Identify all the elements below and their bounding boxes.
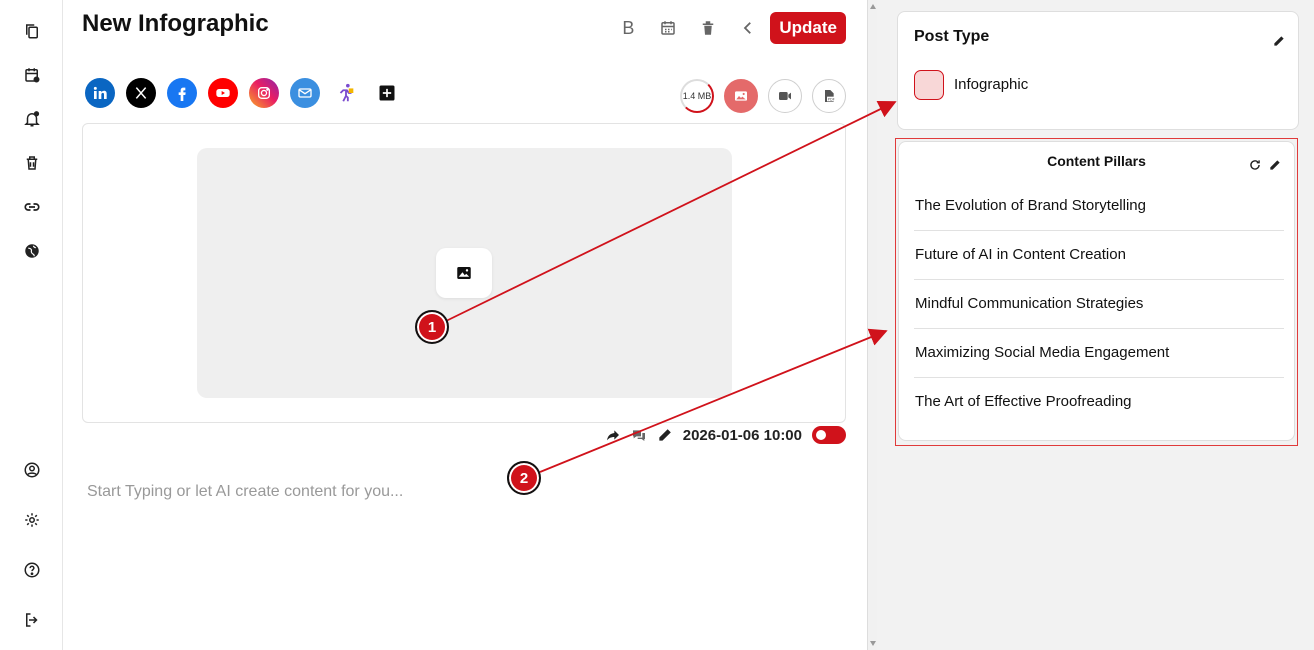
pencil-icon[interactable] (1268, 158, 1282, 172)
list-item[interactable]: Future of AI in Content Creation (914, 231, 1284, 280)
facebook-icon[interactable] (167, 78, 197, 108)
runner-icon[interactable] (331, 78, 361, 108)
svg-text:PDF: PDF (828, 98, 835, 102)
add-platform-icon[interactable] (372, 78, 402, 108)
refresh-icon[interactable] (1248, 158, 1262, 172)
chevron-left-icon (744, 22, 752, 34)
post-type-color-swatch (914, 70, 944, 100)
trash-icon[interactable] (20, 151, 44, 175)
post-type-card: Post Type Infographic (897, 11, 1299, 130)
copy-icon[interactable] (20, 19, 44, 43)
content-pillars-list: The Evolution of Brand Storytelling Futu… (914, 182, 1284, 427)
image-upload-button[interactable] (724, 79, 758, 113)
page-title: New Infographic (82, 10, 269, 37)
file-size-indicator: 1.4 MB (680, 79, 714, 113)
post-type-title: Post Type (914, 28, 990, 45)
instagram-icon[interactable] (249, 78, 279, 108)
trash-icon (703, 21, 714, 35)
back-button[interactable] (728, 12, 768, 44)
calendar-icon[interactable] (20, 63, 44, 87)
x-twitter-icon[interactable] (126, 78, 156, 108)
logout-icon[interactable] (20, 608, 44, 632)
annotation-badge-2: 2 (507, 461, 541, 495)
notification-icon[interactable] (20, 107, 44, 131)
list-item[interactable]: Maximizing Social Media Engagement (914, 329, 1284, 378)
list-item[interactable]: The Evolution of Brand Storytelling (914, 182, 1284, 231)
pdf-icon: PDF (825, 90, 835, 102)
post-meta-row: 2026-01-06 10:00 (605, 426, 846, 444)
schedule-datetime[interactable]: 2026-01-06 10:00 (683, 427, 802, 444)
pencil-icon[interactable] (657, 427, 673, 443)
annotation-badge-1: 1 (415, 310, 449, 344)
link-icon[interactable] (20, 195, 44, 219)
video-icon (779, 92, 791, 100)
schedule-button[interactable] (648, 12, 688, 44)
settings-icon[interactable] (20, 508, 44, 532)
media-tools: 1.4 MB PDF (680, 79, 846, 113)
list-item[interactable]: The Art of Effective Proofreading (914, 378, 1284, 427)
account-icon[interactable] (20, 458, 44, 482)
right-panel: Post Type Infographic Content Pillars Th… (877, 0, 1314, 650)
content-pillars-card: Content Pillars The Evolution of Brand S… (898, 141, 1295, 441)
image-icon (457, 267, 471, 279)
pdf-upload-button[interactable]: PDF (812, 79, 846, 113)
scroll-up-arrow[interactable] (870, 4, 876, 9)
video-upload-button[interactable] (768, 79, 802, 113)
linkedin-icon[interactable] (85, 78, 115, 108)
email-icon[interactable] (290, 78, 320, 108)
content-editor-input[interactable] (87, 480, 827, 504)
calendar-icon (661, 21, 676, 35)
pencil-icon[interactable] (1272, 34, 1286, 48)
delete-button[interactable] (688, 12, 728, 44)
youtube-icon[interactable] (208, 78, 238, 108)
share-icon[interactable] (605, 427, 621, 443)
header-actions: B Update (608, 12, 846, 44)
content-pillars-title: Content Pillars (1047, 153, 1146, 169)
list-item[interactable]: Mindful Communication Strategies (914, 280, 1284, 329)
left-icon-rail (0, 0, 63, 650)
post-type-value: Infographic (954, 76, 1029, 93)
media-card (82, 123, 846, 423)
add-media-button[interactable] (436, 248, 492, 298)
comments-icon[interactable] (631, 427, 647, 443)
globe-icon[interactable] (20, 239, 44, 263)
publish-toggle[interactable] (812, 426, 846, 444)
update-button[interactable]: Update (770, 12, 846, 44)
help-icon[interactable] (20, 558, 44, 582)
social-network-selector (85, 78, 402, 108)
scrollbar[interactable] (867, 0, 877, 650)
image-icon (735, 91, 747, 101)
bold-button[interactable]: B (608, 12, 648, 44)
scroll-down-arrow[interactable] (870, 641, 876, 646)
bold-label: B (622, 17, 635, 38)
media-dropzone[interactable] (197, 148, 732, 398)
editor-panel: New Infographic B Update 1.4 MB PDF 2026… (63, 0, 867, 650)
